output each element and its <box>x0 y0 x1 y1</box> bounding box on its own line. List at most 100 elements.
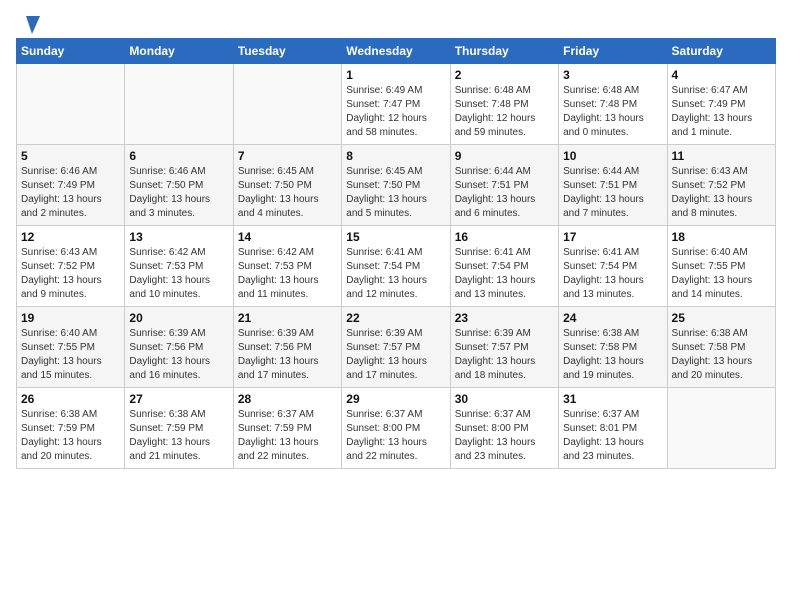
calendar-cell: 26 Sunrise: 6:38 AM Sunset: 7:59 PM Dayli… <box>17 388 125 469</box>
calendar-cell: 2Sunrise: 6:48 AM Sunset: 7:48 PM Daylig… <box>450 64 558 145</box>
calendar-cell: 6 Sunrise: 6:46 AM Sunset: 7:50 PM Daylig… <box>125 145 233 226</box>
day-info: Sunrise: 6:37 AM Sunset: 8:01 PM Dayligh… <box>563 408 662 464</box>
day-number: 24 <box>563 311 662 325</box>
day-number: 3 <box>563 68 662 82</box>
day-info: Sunrise: 6:46 AM Sunset: 7:50 PM Dayligh… <box>129 165 228 221</box>
day-number: 14 <box>238 230 337 244</box>
calendar-cell <box>233 64 341 145</box>
calendar-cell: 5Sunrise: 6:46 AM Sunset: 7:49 PM Daylig… <box>17 145 125 226</box>
day-number: 15 <box>346 230 445 244</box>
week-row-4: 19Sunrise: 6:40 AM Sunset: 7:55 PM Dayli… <box>17 307 776 388</box>
calendar-cell: 27 Sunrise: 6:38 AM Sunset: 7:59 PM Dayli… <box>125 388 233 469</box>
calendar-cell: 21 Sunrise: 6:39 AM Sunset: 7:56 PM Dayli… <box>233 307 341 388</box>
day-number: 8 <box>346 149 445 163</box>
calendar-cell: 4 Sunrise: 6:47 AM Sunset: 7:49 PM Daylig… <box>667 64 775 145</box>
calendar-cell: 18 Sunrise: 6:40 AM Sunset: 7:55 PM Dayli… <box>667 226 775 307</box>
day-number: 11 <box>672 149 771 163</box>
day-info: Sunrise: 6:45 AM Sunset: 7:50 PM Dayligh… <box>238 165 337 221</box>
day-header-tuesday: Tuesday <box>233 39 341 64</box>
day-info: Sunrise: 6:43 AM Sunset: 7:52 PM Dayligh… <box>21 246 120 302</box>
day-info: Sunrise: 6:47 AM Sunset: 7:49 PM Dayligh… <box>672 84 771 140</box>
day-number: 4 <box>672 68 771 82</box>
day-info: Sunrise: 6:38 AM Sunset: 7:59 PM Dayligh… <box>129 408 228 464</box>
day-number: 26 <box>21 392 120 406</box>
calendar-cell: 16Sunrise: 6:41 AM Sunset: 7:54 PM Dayli… <box>450 226 558 307</box>
day-number: 7 <box>238 149 337 163</box>
day-info: Sunrise: 6:38 AM Sunset: 7:58 PM Dayligh… <box>563 327 662 383</box>
calendar-cell: 31 Sunrise: 6:37 AM Sunset: 8:01 PM Dayli… <box>559 388 667 469</box>
calendar-cell: 15 Sunrise: 6:41 AM Sunset: 7:54 PM Dayli… <box>342 226 450 307</box>
day-number: 18 <box>672 230 771 244</box>
day-number: 25 <box>672 311 771 325</box>
calendar-cell: 24 Sunrise: 6:38 AM Sunset: 7:58 PM Dayli… <box>559 307 667 388</box>
day-info: Sunrise: 6:37 AM Sunset: 8:00 PM Dayligh… <box>346 408 445 464</box>
week-row-1: 1 Sunrise: 6:49 AM Sunset: 7:47 PM Daylig… <box>17 64 776 145</box>
calendar-cell <box>17 64 125 145</box>
calendar-cell: 17Sunrise: 6:41 AM Sunset: 7:54 PM Dayli… <box>559 226 667 307</box>
day-number: 31 <box>563 392 662 406</box>
day-info: Sunrise: 6:41 AM Sunset: 7:54 PM Dayligh… <box>455 246 554 302</box>
days-header-row: SundayMondayTuesdayWednesdayThursdayFrid… <box>17 39 776 64</box>
calendar-cell: 20 Sunrise: 6:39 AM Sunset: 7:56 PM Dayli… <box>125 307 233 388</box>
day-header-sunday: Sunday <box>17 39 125 64</box>
calendar-table: SundayMondayTuesdayWednesdayThursdayFrid… <box>16 38 776 469</box>
day-info: Sunrise: 6:38 AM Sunset: 7:59 PM Dayligh… <box>21 408 120 464</box>
day-number: 27 <box>129 392 228 406</box>
day-number: 21 <box>238 311 337 325</box>
calendar-cell: 19Sunrise: 6:40 AM Sunset: 7:55 PM Dayli… <box>17 307 125 388</box>
day-info: Sunrise: 6:43 AM Sunset: 7:52 PM Dayligh… <box>672 165 771 221</box>
day-info: Sunrise: 6:42 AM Sunset: 7:53 PM Dayligh… <box>129 246 228 302</box>
header <box>16 16 776 28</box>
calendar-cell: 23Sunrise: 6:39 AM Sunset: 7:57 PM Dayli… <box>450 307 558 388</box>
week-row-5: 26 Sunrise: 6:38 AM Sunset: 7:59 PM Dayli… <box>17 388 776 469</box>
day-number: 20 <box>129 311 228 325</box>
day-number: 12 <box>21 230 120 244</box>
day-info: Sunrise: 6:37 AM Sunset: 7:59 PM Dayligh… <box>238 408 337 464</box>
day-header-wednesday: Wednesday <box>342 39 450 64</box>
day-number: 5 <box>21 149 120 163</box>
calendar-cell: 14 Sunrise: 6:42 AM Sunset: 7:53 PM Dayli… <box>233 226 341 307</box>
calendar-cell <box>667 388 775 469</box>
day-number: 13 <box>129 230 228 244</box>
calendar-cell: 10Sunrise: 6:44 AM Sunset: 7:51 PM Dayli… <box>559 145 667 226</box>
logo-icon <box>18 16 40 34</box>
calendar-cell: 8 Sunrise: 6:45 AM Sunset: 7:50 PM Daylig… <box>342 145 450 226</box>
calendar-cell: 25Sunrise: 6:38 AM Sunset: 7:58 PM Dayli… <box>667 307 775 388</box>
day-number: 2 <box>455 68 554 82</box>
calendar-cell: 9 Sunrise: 6:44 AM Sunset: 7:51 PM Daylig… <box>450 145 558 226</box>
day-number: 17 <box>563 230 662 244</box>
week-row-2: 5Sunrise: 6:46 AM Sunset: 7:49 PM Daylig… <box>17 145 776 226</box>
day-info: Sunrise: 6:42 AM Sunset: 7:53 PM Dayligh… <box>238 246 337 302</box>
calendar-cell: 22Sunrise: 6:39 AM Sunset: 7:57 PM Dayli… <box>342 307 450 388</box>
calendar-cell: 29 Sunrise: 6:37 AM Sunset: 8:00 PM Dayli… <box>342 388 450 469</box>
day-number: 1 <box>346 68 445 82</box>
calendar-cell: 28 Sunrise: 6:37 AM Sunset: 7:59 PM Dayli… <box>233 388 341 469</box>
day-info: Sunrise: 6:49 AM Sunset: 7:47 PM Dayligh… <box>346 84 445 140</box>
calendar-cell: 30 Sunrise: 6:37 AM Sunset: 8:00 PM Dayli… <box>450 388 558 469</box>
day-number: 19 <box>21 311 120 325</box>
day-number: 10 <box>563 149 662 163</box>
day-header-monday: Monday <box>125 39 233 64</box>
day-number: 28 <box>238 392 337 406</box>
calendar-cell: 13 Sunrise: 6:42 AM Sunset: 7:53 PM Dayli… <box>125 226 233 307</box>
day-info: Sunrise: 6:41 AM Sunset: 7:54 PM Dayligh… <box>346 246 445 302</box>
day-info: Sunrise: 6:39 AM Sunset: 7:56 PM Dayligh… <box>238 327 337 383</box>
day-header-friday: Friday <box>559 39 667 64</box>
day-info: Sunrise: 6:40 AM Sunset: 7:55 PM Dayligh… <box>672 246 771 302</box>
day-number: 29 <box>346 392 445 406</box>
calendar-cell: 3Sunrise: 6:48 AM Sunset: 7:48 PM Daylig… <box>559 64 667 145</box>
day-info: Sunrise: 6:39 AM Sunset: 7:57 PM Dayligh… <box>346 327 445 383</box>
day-number: 6 <box>129 149 228 163</box>
day-info: Sunrise: 6:39 AM Sunset: 7:56 PM Dayligh… <box>129 327 228 383</box>
calendar-cell: 11 Sunrise: 6:43 AM Sunset: 7:52 PM Dayli… <box>667 145 775 226</box>
day-info: Sunrise: 6:45 AM Sunset: 7:50 PM Dayligh… <box>346 165 445 221</box>
day-info: Sunrise: 6:37 AM Sunset: 8:00 PM Dayligh… <box>455 408 554 464</box>
day-number: 9 <box>455 149 554 163</box>
week-row-3: 12 Sunrise: 6:43 AM Sunset: 7:52 PM Dayli… <box>17 226 776 307</box>
day-number: 30 <box>455 392 554 406</box>
calendar-cell: 12 Sunrise: 6:43 AM Sunset: 7:52 PM Dayli… <box>17 226 125 307</box>
calendar-cell: 7 Sunrise: 6:45 AM Sunset: 7:50 PM Daylig… <box>233 145 341 226</box>
day-header-thursday: Thursday <box>450 39 558 64</box>
day-info: Sunrise: 6:44 AM Sunset: 7:51 PM Dayligh… <box>455 165 554 221</box>
calendar-cell: 1 Sunrise: 6:49 AM Sunset: 7:47 PM Daylig… <box>342 64 450 145</box>
